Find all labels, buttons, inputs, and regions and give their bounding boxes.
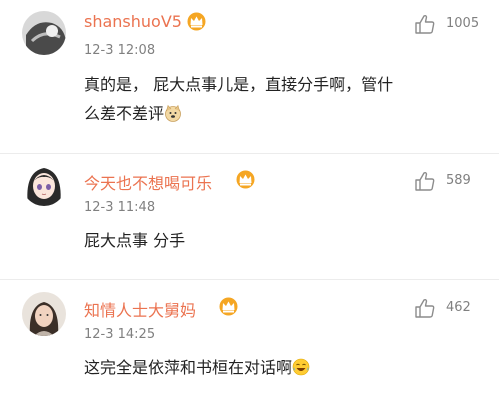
comment-item: 知情人士大舅妈 12-3 14:25 这完全是依萍和书桓在对话啊 462 <box>0 280 499 401</box>
username[interactable]: 知情人士大舅妈 <box>84 297 196 321</box>
comment-text-line: 这完全是依萍和书桓在对话啊 <box>84 353 469 382</box>
comment-text: 屁大点事 分手 <box>84 226 469 255</box>
comment-text-fragment: 么差不差评 <box>84 104 165 123</box>
like-count: 1005 <box>446 16 480 31</box>
comment-text: 这完全是依萍和书桓在对话啊 <box>84 353 469 382</box>
timestamp: 12-3 14:25 <box>84 327 156 342</box>
comment-text-line: 真的是， 屁大点事儿是，直接分手啊，管什 <box>84 75 394 94</box>
timestamp: 12-3 12:08 <box>84 43 156 58</box>
doge-emoji-icon <box>164 102 182 122</box>
comment-text-fragment: 这完全是依萍和书桓在对话啊 <box>84 358 293 377</box>
comment-item: shanshuoV5 12-3 12:08 真的是， 屁大点事儿是，直接分手啊，… <box>0 0 499 153</box>
comment-text: 真的是， 屁大点事儿是，直接分手啊，管什 么差不差评 <box>84 70 469 128</box>
like-count: 589 <box>446 173 471 188</box>
avatar[interactable] <box>22 292 66 336</box>
comment-text-line: 屁大点事 分手 <box>84 231 186 250</box>
thumbs-up-icon[interactable] <box>414 170 436 192</box>
laughing-tears-emoji-icon <box>292 356 310 376</box>
timestamp: 12-3 11:48 <box>84 200 156 215</box>
username[interactable]: shanshuoV5 <box>84 12 182 31</box>
comment-text-line: 么差不差评 <box>84 99 469 128</box>
crown-badge-icon <box>218 297 239 316</box>
comment-item: 今天也不想喝可乐 12-3 11:48 屁大点事 分手 589 <box>0 154 499 285</box>
username[interactable]: 今天也不想喝可乐 <box>84 170 212 194</box>
crown-badge-icon <box>186 12 207 31</box>
like-count: 462 <box>446 300 471 315</box>
avatar[interactable] <box>22 11 66 55</box>
thumbs-up-icon[interactable] <box>414 13 436 35</box>
avatar[interactable] <box>22 162 66 206</box>
thumbs-up-icon[interactable] <box>414 297 436 319</box>
crown-badge-icon <box>235 170 256 189</box>
